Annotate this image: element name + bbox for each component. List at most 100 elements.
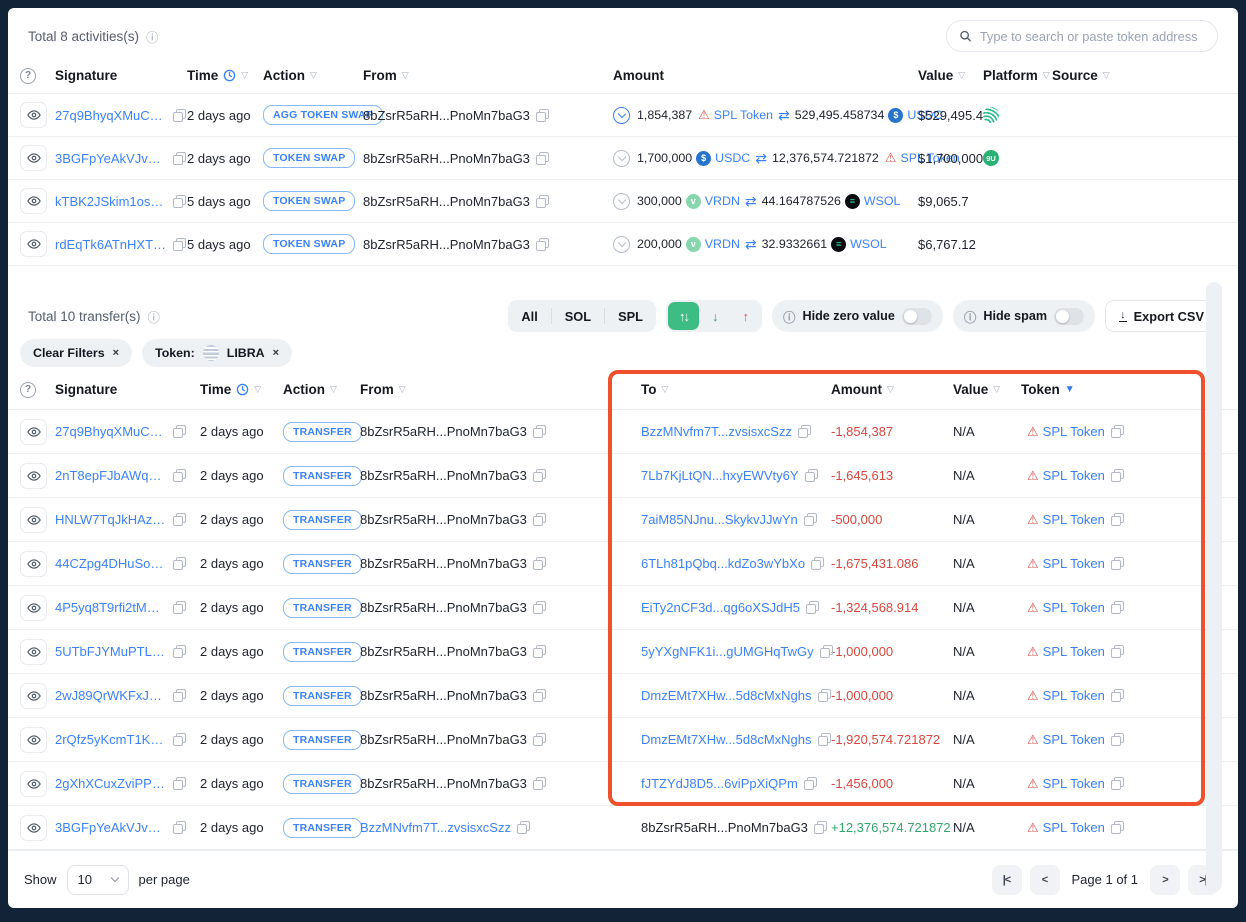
- copy-icon[interactable]: [818, 733, 831, 746]
- expand-icon[interactable]: [613, 236, 630, 253]
- token-link[interactable]: SPL Token: [1043, 556, 1105, 571]
- hide-spam-toggle-pill[interactable]: ⓘ Hide spam: [953, 300, 1095, 332]
- copy-icon[interactable]: [173, 557, 186, 570]
- token-link[interactable]: SPL Token: [1043, 820, 1105, 835]
- signature-link[interactable]: 2rQfz5yKcmT1KCxuv...: [55, 732, 167, 747]
- preview-eye-button[interactable]: [20, 102, 47, 128]
- copy-icon[interactable]: [533, 513, 546, 526]
- filter-icon[interactable]: ▽: [1103, 70, 1110, 81]
- platform-icon[interactable]: [983, 193, 999, 209]
- help-icon[interactable]: ?: [20, 68, 36, 84]
- copy-icon[interactable]: [536, 195, 549, 208]
- copy-icon[interactable]: [536, 238, 549, 251]
- signature-link[interactable]: 27q9BhyqXMuCgJgJ...: [55, 424, 167, 439]
- export-csv-button[interactable]: ↓ Export CSV: [1105, 300, 1218, 332]
- to-address[interactable]: EiTy2nCF3d...qg6oXSJdH5: [641, 600, 800, 615]
- to-address[interactable]: DmzEMt7XHw...5d8cMxNghs: [641, 688, 812, 703]
- copy-icon[interactable]: [1111, 601, 1124, 614]
- from-address[interactable]: 8bZsrR5aRH...PnoMn7baG3: [360, 468, 527, 483]
- expand-icon[interactable]: [613, 193, 630, 210]
- token-link[interactable]: SPL Token: [1043, 424, 1105, 439]
- copy-icon[interactable]: [173, 821, 186, 834]
- copy-icon[interactable]: [173, 195, 186, 208]
- to-address[interactable]: 7aiM85NJnu...SkykvJJwYn: [641, 512, 798, 527]
- token-link[interactable]: SPL Token: [1043, 732, 1105, 747]
- hide-zero-toggle-pill[interactable]: ⓘ Hide zero value: [772, 300, 943, 332]
- token-out-link[interactable]: WSOL: [850, 237, 887, 251]
- from-address[interactable]: 8bZsrR5aRH...PnoMn7baG3: [360, 776, 527, 791]
- token-link[interactable]: SPL Token: [1043, 644, 1105, 659]
- preview-eye-button[interactable]: [20, 463, 47, 489]
- info-icon[interactable]: ⓘ: [148, 307, 161, 326]
- signature-link[interactable]: 2nT8epFJbAWq8DYF...: [55, 468, 167, 483]
- token-out-link[interactable]: WSOL: [864, 194, 901, 208]
- copy-icon[interactable]: [173, 645, 186, 658]
- preview-eye-button[interactable]: [20, 727, 47, 753]
- token-search[interactable]: [946, 20, 1218, 52]
- preview-eye-button[interactable]: [20, 815, 47, 841]
- source-icon[interactable]: [1052, 107, 1068, 123]
- copy-icon[interactable]: [533, 689, 546, 702]
- preview-eye-button[interactable]: [20, 551, 47, 577]
- preview-eye-button[interactable]: [20, 683, 47, 709]
- from-address[interactable]: 8bZsrR5aRH...PnoMn7baG3: [360, 556, 527, 571]
- copy-icon[interactable]: [173, 469, 186, 482]
- copy-icon[interactable]: [533, 733, 546, 746]
- token-link[interactable]: SPL Token: [1043, 600, 1105, 615]
- preview-eye-button[interactable]: [20, 507, 47, 533]
- copy-icon[interactable]: [804, 513, 817, 526]
- copy-icon[interactable]: [1111, 777, 1124, 790]
- copy-icon[interactable]: [533, 645, 546, 658]
- tab-sol[interactable]: SOL: [552, 300, 604, 332]
- copy-icon[interactable]: [1111, 425, 1124, 438]
- copy-icon[interactable]: [804, 777, 817, 790]
- sort-out-button[interactable]: ↑: [731, 302, 760, 330]
- copy-icon[interactable]: [536, 109, 549, 122]
- filter-icon[interactable]: ▽: [662, 384, 669, 395]
- filter-icon-active[interactable]: ▼: [1065, 384, 1075, 395]
- filter-icon[interactable]: ▽: [1043, 70, 1050, 81]
- clear-filters-chip[interactable]: Clear Filters ×: [20, 339, 132, 367]
- signature-link[interactable]: 5UTbFJYMuPTLbQ4...: [55, 644, 167, 659]
- copy-icon[interactable]: [533, 601, 546, 614]
- signature-link[interactable]: 2gXhXCuxZviPPMm...: [55, 776, 167, 791]
- token-link[interactable]: SPL Token: [1043, 512, 1105, 527]
- copy-icon[interactable]: [1111, 469, 1124, 482]
- signature-link[interactable]: 27q9BhyqXMuCgJgJ...: [55, 108, 167, 123]
- copy-icon[interactable]: [1111, 557, 1124, 570]
- filter-icon[interactable]: ▽: [402, 70, 409, 81]
- filter-icon[interactable]: ▽: [254, 384, 261, 395]
- copy-icon[interactable]: [517, 821, 530, 834]
- search-input[interactable]: [980, 29, 1205, 44]
- copy-icon[interactable]: [173, 425, 186, 438]
- token-in-link[interactable]: SPL Token: [714, 108, 773, 122]
- token-link[interactable]: SPL Token: [1043, 688, 1105, 703]
- copy-icon[interactable]: [820, 645, 833, 658]
- copy-icon[interactable]: [533, 777, 546, 790]
- copy-icon[interactable]: [173, 109, 186, 122]
- signature-link[interactable]: kTBK2JSkim1osyZK...: [55, 194, 167, 209]
- preview-eye-button[interactable]: [20, 188, 47, 214]
- copy-icon[interactable]: [1111, 645, 1124, 658]
- copy-icon[interactable]: [533, 557, 546, 570]
- platform-icon[interactable]: [983, 236, 999, 252]
- hide-spam-switch[interactable]: [1054, 308, 1084, 325]
- from-address[interactable]: BzzMNvfm7T...zvsisxcSzz: [360, 820, 511, 835]
- copy-icon[interactable]: [814, 821, 827, 834]
- from-address[interactable]: 8bZsrR5aRH...PnoMn7baG3: [360, 644, 527, 659]
- copy-icon[interactable]: [805, 469, 818, 482]
- copy-icon[interactable]: [173, 733, 186, 746]
- copy-icon[interactable]: [811, 557, 824, 570]
- filter-icon[interactable]: ▽: [241, 70, 248, 81]
- filter-icon[interactable]: ▽: [399, 384, 406, 395]
- preview-eye-button[interactable]: [20, 419, 47, 445]
- preview-eye-button[interactable]: [20, 145, 47, 171]
- preview-eye-button[interactable]: [20, 771, 47, 797]
- to-address[interactable]: 7Lb7KjLtQN...hxyEWVty6Y: [641, 468, 799, 483]
- expand-icon[interactable]: [613, 107, 630, 124]
- copy-icon[interactable]: [533, 425, 546, 438]
- from-address[interactable]: 8bZsrR5aRH...PnoMn7baG3: [360, 688, 527, 703]
- signature-link[interactable]: 3BGFpYeAkVJvDCm...: [55, 151, 167, 166]
- source-icon[interactable]: [1052, 193, 1068, 209]
- from-address[interactable]: 8bZsrR5aRH...PnoMn7baG3: [360, 424, 527, 439]
